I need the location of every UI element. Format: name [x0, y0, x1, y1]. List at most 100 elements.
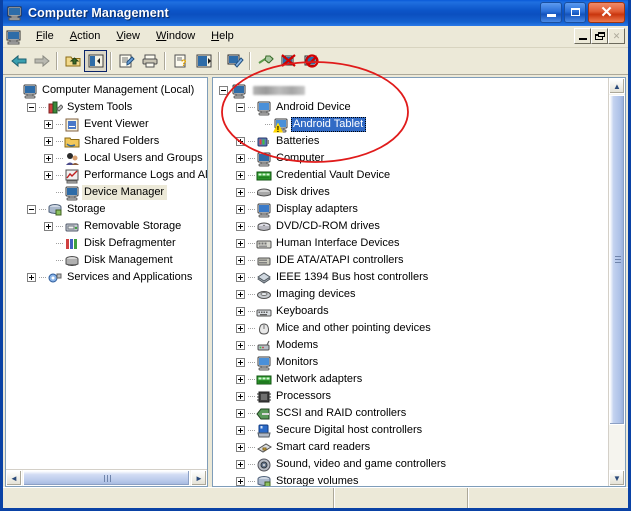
- tree-row[interactable]: IDE ATA/ATAPI controllers: [213, 252, 608, 269]
- expand-icon[interactable]: [236, 307, 245, 316]
- vscroll-up-arrow[interactable]: ▲: [609, 78, 625, 94]
- tree-row-computer-name[interactable]: [213, 82, 608, 99]
- tree-row[interactable]: Removable Storage: [6, 218, 207, 235]
- hscroll-thumb[interactable]: [23, 470, 190, 486]
- expand-icon[interactable]: [236, 443, 245, 452]
- print-button[interactable]: [138, 50, 161, 72]
- tree-row[interactable]: Modems: [213, 337, 608, 354]
- hscroll-right-arrow[interactable]: ►: [191, 470, 207, 486]
- tree-row[interactable]: Secure Digital host controllers: [213, 422, 608, 439]
- window-titlebar[interactable]: Computer Management ✕: [3, 0, 628, 26]
- tree-row[interactable]: Credential Vault Device: [213, 167, 608, 184]
- expand-icon[interactable]: [44, 154, 53, 163]
- tree-row[interactable]: Keyboards: [213, 303, 608, 320]
- tree-row[interactable]: Sound, video and game controllers: [213, 456, 608, 473]
- tree-row[interactable]: Disk Management: [6, 252, 207, 269]
- scan-for-hardware-changes-button[interactable]: [223, 50, 246, 72]
- mdi-restore-button[interactable]: [591, 28, 608, 44]
- expand-icon[interactable]: [236, 137, 245, 146]
- tree-row[interactable]: Mice and other pointing devices: [213, 320, 608, 337]
- tree-row[interactable]: Smart card readers: [213, 439, 608, 456]
- tree-row[interactable]: Shared Folders: [6, 133, 207, 150]
- help-button[interactable]: ?: [169, 50, 192, 72]
- tree-row[interactable]: Performance Logs and Alerts: [6, 167, 207, 184]
- tree-row[interactable]: IEEE 1394 Bus host controllers: [213, 269, 608, 286]
- show-hide-console-tree-button[interactable]: [84, 50, 107, 72]
- expand-icon[interactable]: [44, 120, 53, 129]
- device-tree-vscrollbar[interactable]: ▲ ▼: [608, 78, 625, 486]
- tree-row[interactable]: Event Viewer: [6, 116, 207, 133]
- collapse-icon[interactable]: [236, 103, 245, 112]
- tree-row[interactable]: DVD/CD-ROM drives: [213, 218, 608, 235]
- expand-icon[interactable]: [44, 137, 53, 146]
- menu-item-window[interactable]: Window: [148, 28, 203, 45]
- expand-icon[interactable]: [236, 375, 245, 384]
- expand-icon[interactable]: [236, 324, 245, 333]
- collapse-icon[interactable]: [27, 205, 36, 214]
- tree-row[interactable]: Local Users and Groups: [6, 150, 207, 167]
- expand-icon[interactable]: [236, 188, 245, 197]
- expand-icon[interactable]: [236, 239, 245, 248]
- expand-icon[interactable]: [236, 392, 245, 401]
- tree-row[interactable]: SCSI and RAID controllers: [213, 405, 608, 422]
- mdi-minimize-button[interactable]: [574, 28, 591, 44]
- uninstall-device-button[interactable]: [277, 50, 300, 72]
- expand-icon[interactable]: [236, 154, 245, 163]
- tree-row[interactable]: Disk Defragmenter: [6, 235, 207, 252]
- expand-icon[interactable]: [236, 205, 245, 214]
- tree-row[interactable]: Services and Applications: [6, 269, 207, 286]
- expand-icon[interactable]: [236, 290, 245, 299]
- tree-row[interactable]: Computer Management (Local): [6, 82, 207, 99]
- tree-row[interactable]: Android Device: [213, 99, 608, 116]
- tree-row[interactable]: Batteries: [213, 133, 608, 150]
- tree-row[interactable]: System Tools: [6, 99, 207, 116]
- tree-row[interactable]: Network adapters: [213, 371, 608, 388]
- tree-row[interactable]: Disk drives: [213, 184, 608, 201]
- expand-icon[interactable]: [236, 222, 245, 231]
- menu-item-action[interactable]: Action: [62, 28, 109, 45]
- vscroll-thumb[interactable]: [609, 95, 625, 425]
- expand-icon[interactable]: [236, 477, 245, 486]
- tree-row[interactable]: Device Manager: [6, 184, 207, 201]
- console-tree[interactable]: Computer Management (Local) System Tools E…: [6, 78, 207, 469]
- tree-row[interactable]: Storage: [6, 201, 207, 218]
- properties-button[interactable]: [115, 50, 138, 72]
- up-one-level-button[interactable]: [61, 50, 84, 72]
- hscroll-left-arrow[interactable]: ◄: [6, 470, 22, 486]
- expand-icon[interactable]: [236, 358, 245, 367]
- vscroll-down-arrow[interactable]: ▼: [609, 470, 625, 486]
- menu-item-help[interactable]: Help: [203, 28, 242, 45]
- expand-icon[interactable]: [236, 426, 245, 435]
- expand-icon[interactable]: [27, 273, 36, 282]
- maximize-button[interactable]: [564, 2, 586, 23]
- menu-item-file[interactable]: File: [28, 28, 62, 45]
- export-list-button[interactable]: [192, 50, 215, 72]
- tree-row[interactable]: Computer: [213, 150, 608, 167]
- expand-icon[interactable]: [44, 171, 53, 180]
- console-icon[interactable]: [6, 29, 22, 45]
- expand-icon[interactable]: [236, 256, 245, 265]
- tree-row[interactable]: Imaging devices: [213, 286, 608, 303]
- expand-icon[interactable]: [44, 222, 53, 231]
- tree-row[interactable]: Storage volumes: [213, 473, 608, 486]
- collapse-icon[interactable]: [27, 103, 36, 112]
- close-button[interactable]: ✕: [588, 2, 625, 23]
- expand-icon[interactable]: [236, 171, 245, 180]
- tree-row[interactable]: Monitors: [213, 354, 608, 371]
- expand-icon[interactable]: [236, 409, 245, 418]
- device-tree[interactable]: Android Device Android Tablet Batteries Com…: [213, 78, 608, 486]
- expand-icon[interactable]: [236, 460, 245, 469]
- tree-row[interactable]: Android Tablet: [213, 116, 608, 133]
- tree-row[interactable]: Display adapters: [213, 201, 608, 218]
- collapse-icon[interactable]: [219, 86, 228, 95]
- tree-row[interactable]: Human Interface Devices: [213, 235, 608, 252]
- update-driver-button[interactable]: [254, 50, 277, 72]
- console-tree-hscrollbar[interactable]: ◄ ►: [6, 469, 207, 486]
- disable-device-button[interactable]: [300, 50, 323, 72]
- tree-row[interactable]: Processors: [213, 388, 608, 405]
- expand-icon[interactable]: [236, 341, 245, 350]
- expand-icon[interactable]: [236, 273, 245, 282]
- minimize-button[interactable]: [540, 2, 562, 23]
- back-button[interactable]: [7, 50, 30, 72]
- menu-item-view[interactable]: View: [108, 28, 148, 45]
